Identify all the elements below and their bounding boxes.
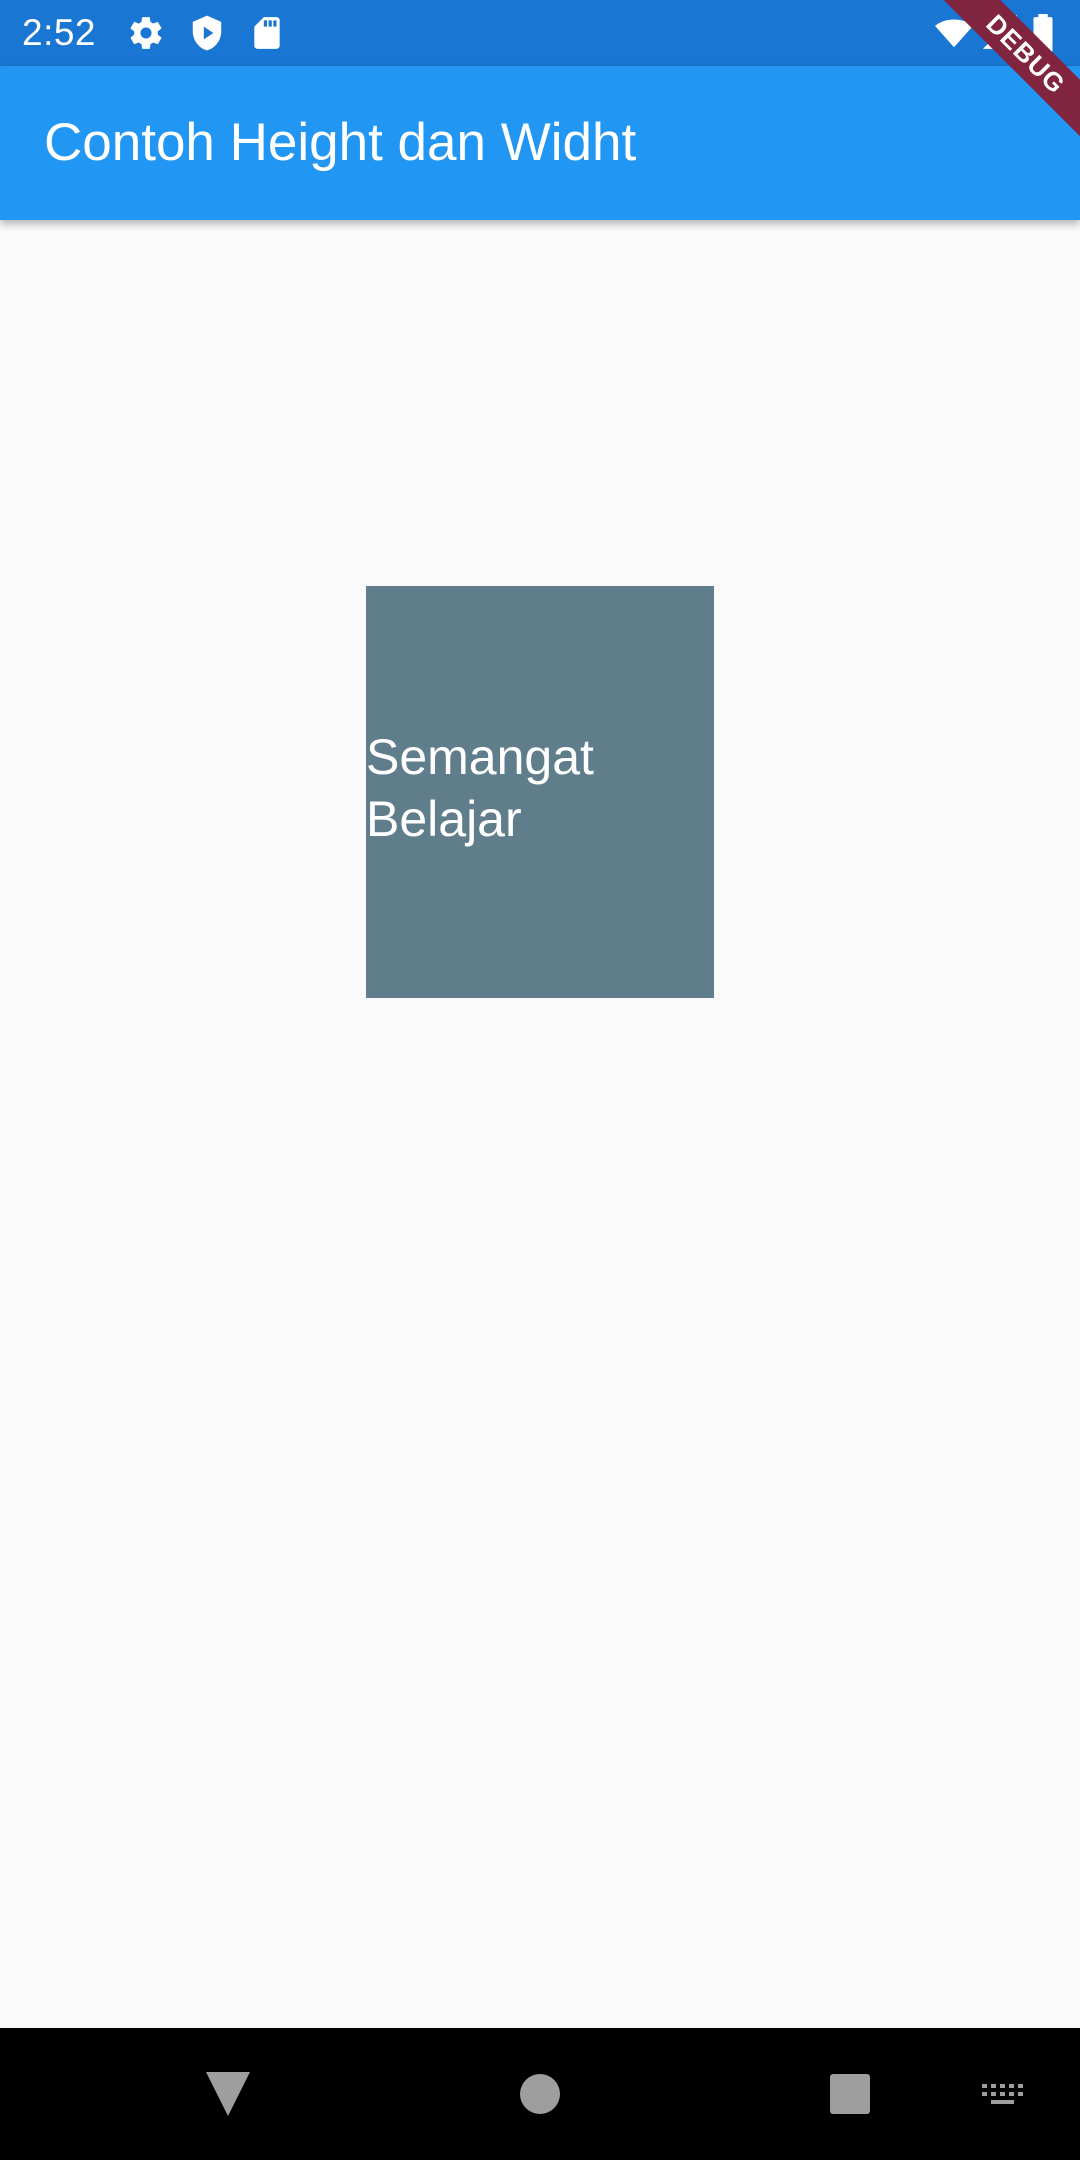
back-triangle-icon[interactable] — [198, 2064, 258, 2124]
system-nav-bar — [0, 2028, 1080, 2160]
app-bar: Contoh Height dan Widht — [0, 66, 1080, 220]
container-text: Semangat Belajar — [366, 729, 594, 847]
home-circle-icon[interactable] — [510, 2064, 570, 2124]
page-title: Contoh Height dan Widht — [44, 113, 637, 172]
signal-icon — [982, 14, 1020, 52]
status-time: 2:52 — [22, 12, 97, 53]
battery-icon — [1028, 14, 1058, 52]
sized-container: Semangat Belajar — [366, 586, 714, 998]
wifi-icon — [935, 14, 973, 52]
recents-square-icon[interactable] — [820, 2064, 880, 2124]
status-bar: 2:52 — [0, 0, 1080, 66]
gear-icon — [127, 14, 165, 52]
body-area: Semangat Belajar — [0, 220, 1080, 2028]
keyboard-icon[interactable] — [980, 2064, 1030, 2124]
shield-play-icon — [188, 14, 226, 52]
sd-card-icon — [248, 14, 286, 52]
